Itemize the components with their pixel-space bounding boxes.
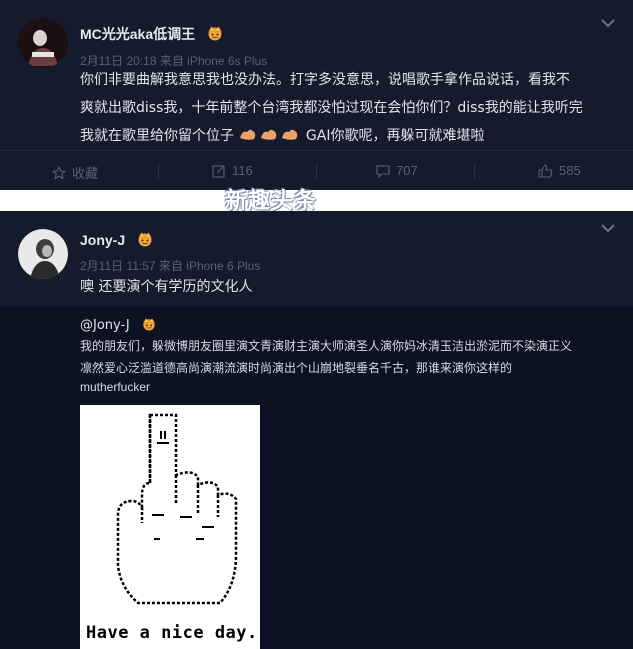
reposted-content[interactable]: @Jony-J 我的朋友们，躲微博朋友圈里演文青演财主演大师演圣人演你妈冰清玉洁… — [0, 307, 633, 649]
avatar[interactable] — [18, 229, 68, 279]
post-content: 噢 还要演个有学历的文化人 — [80, 279, 253, 295]
content-line: 你们非要曲解我意思我也没办法。打字多没意思，说唱歌手拿作品说话，看我不 — [80, 72, 570, 88]
middle-finger-hand-icon — [116, 413, 238, 605]
action-bar: 收藏 116 707 585 — [0, 150, 633, 191]
favorite-button[interactable]: 收藏 — [52, 163, 98, 182]
divider — [316, 163, 317, 179]
chevron-down-icon[interactable] — [601, 223, 615, 233]
like-button[interactable]: 585 — [538, 163, 581, 178]
flexed-arm-emoji-icon — [259, 124, 279, 140]
username-row[interactable]: MC光光aka低调王 — [80, 24, 225, 44]
repost-username-row[interactable]: @Jony-J — [80, 317, 158, 335]
username-row[interactable]: Jony-J — [80, 231, 155, 250]
repost-text-line: mutherfucker — [80, 380, 151, 394]
divider — [158, 163, 159, 179]
thumbs-up-icon — [538, 163, 553, 178]
crown-icon — [140, 317, 158, 335]
post-content: 你们非要曲解我意思我也没办法。打字多没意思，说唱歌手拿作品说话，看我不 爽就出歌… — [80, 66, 620, 150]
post-meta: 2月11日 11:57 来自 iPhone 6 Plus — [80, 259, 261, 273]
weibo-post-1: MC光光aka低调王 2月11日 20:18 来自 iPhone 6s Plus… — [0, 0, 633, 190]
content-line: 爽就出歌diss我，十年前整个台湾我都没怕过现在会怕你们？diss我的能让我听完 — [80, 100, 583, 116]
repost-count: 116 — [232, 163, 253, 178]
repost-text-line: 凛然爱心泛滥道德高尚演潮流演时尚演出个山崩地裂垂名千古，那谁来演你这样的 — [80, 361, 513, 375]
flexed-arm-emoji-icon — [280, 124, 300, 140]
comment-count: 707 — [396, 163, 418, 178]
username[interactable]: Jony-J — [80, 232, 125, 248]
content-line: 我就在歌里给你留个位子 GAI你歌呢，再躲可就难堪啦 — [80, 122, 620, 150]
repost-button[interactable]: 116 — [212, 163, 253, 178]
repost-icon — [212, 164, 225, 178]
crown-icon — [135, 231, 155, 250]
crown-icon — [205, 25, 225, 44]
repost-image[interactable]: Have a nice day. — [80, 405, 260, 649]
weibo-post-2: Jony-J 2月11日 11:57 来自 iPhone 6 Plus 噢 还要… — [0, 211, 633, 649]
image-caption: Have a nice day. — [86, 623, 258, 643]
flexed-arm-emoji-icon — [238, 124, 258, 140]
repost-username[interactable]: @Jony-J — [80, 318, 130, 333]
star-icon — [52, 165, 66, 180]
avatar[interactable] — [18, 18, 68, 68]
like-count: 585 — [559, 163, 581, 178]
favorite-label: 收藏 — [72, 166, 99, 181]
repost-text: 我的朋友们，躲微博朋友圈里演文青演财主演大师演圣人演你妈冰清玉洁出淤泥而不染演正… — [80, 335, 625, 379]
divider — [474, 163, 475, 179]
username[interactable]: MC光光aka低调王 — [80, 26, 195, 42]
comment-button[interactable]: 707 — [376, 163, 418, 178]
comment-icon — [376, 164, 390, 178]
chevron-down-icon[interactable] — [601, 18, 615, 28]
repost-text-line: 我的朋友们，躲微博朋友圈里演文青演财主演大师演圣人演你妈冰清玉洁出淤泥而不染演正… — [80, 339, 573, 353]
